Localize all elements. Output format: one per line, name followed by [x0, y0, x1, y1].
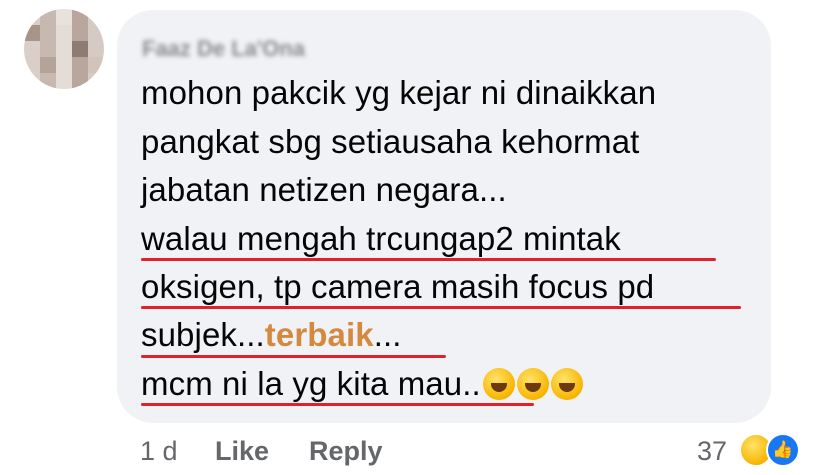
- avatar-pixel: [24, 25, 40, 41]
- comment-line: jabatan netizen negara...: [141, 171, 507, 208]
- comment-text: ...: [373, 316, 402, 353]
- comment-text: subjek...: [141, 316, 265, 353]
- red-underline-annotation: [141, 403, 534, 406]
- comment-line: oksigen, tp camera masih focus pd: [141, 268, 655, 305]
- red-underline-annotation: [141, 355, 446, 358]
- comment-line: walau mengah trcungap2 mintak: [141, 220, 621, 257]
- avatar-pixel: [40, 57, 56, 73]
- comment-text: mcm ni la yg kita mau..: [141, 365, 481, 402]
- commenter-avatar[interactable]: [24, 9, 104, 89]
- reply-button[interactable]: Reply: [309, 436, 383, 467]
- rofl-emoji-icon: [550, 368, 583, 400]
- like-button[interactable]: Like: [215, 436, 269, 467]
- commenter-name[interactable]: Faaz De La'Ona: [142, 36, 378, 60]
- comment-line: pangkat sbg setiausaha kehormat: [141, 123, 640, 160]
- red-underline-annotation: [141, 258, 716, 261]
- comment-line: mcm ni la yg kita mau..: [141, 364, 583, 404]
- reaction-count[interactable]: 37: [697, 436, 727, 467]
- like-reaction-icon[interactable]: 👍: [766, 433, 800, 467]
- comment-line: mohon pakcik yg kejar ni dinaikkan: [141, 74, 657, 111]
- avatar-pixel: [56, 9, 72, 25]
- avatar-pixel: [88, 57, 104, 73]
- rofl-emoji-icon: [516, 368, 549, 400]
- comment-bubble: [117, 10, 771, 423]
- avatar-pixel: [72, 41, 88, 57]
- highlighted-word: terbaik: [264, 316, 374, 353]
- rofl-emoji-icon: [482, 368, 515, 400]
- comment-timestamp[interactable]: 1 d: [140, 436, 178, 467]
- red-underline-annotation: [141, 306, 741, 309]
- comment-line: subjek...terbaik...: [141, 315, 402, 355]
